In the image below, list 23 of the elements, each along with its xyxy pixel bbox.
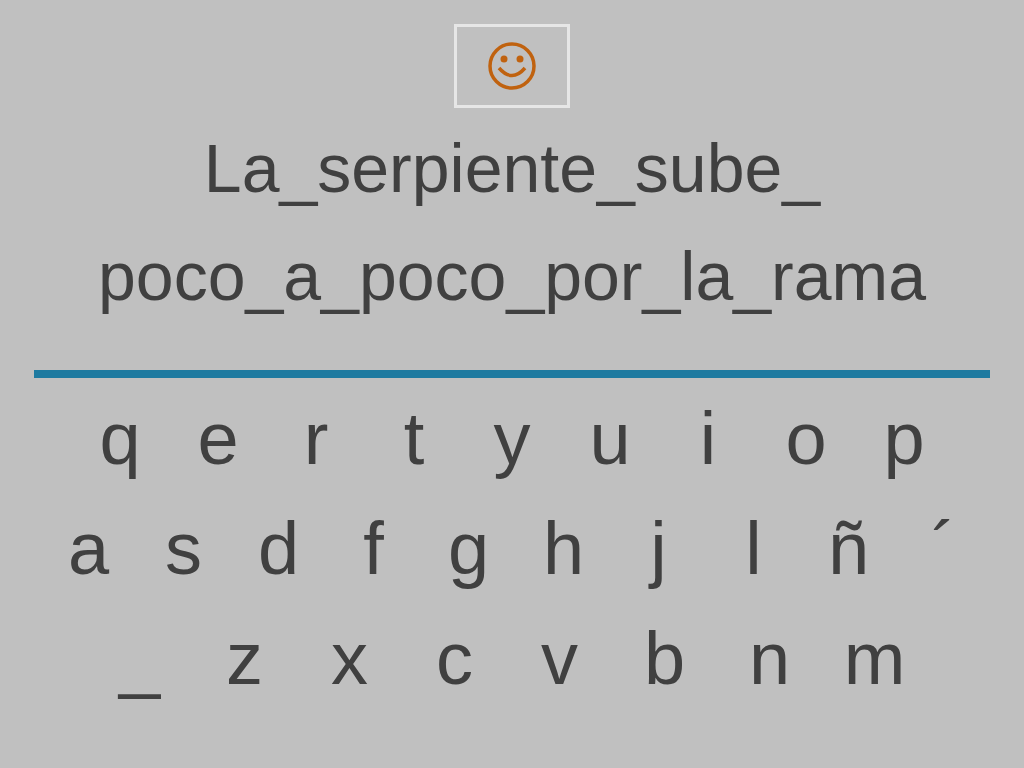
- letter-key[interactable]: x: [297, 622, 402, 696]
- letter-key[interactable]: o: [757, 402, 855, 476]
- letter-key[interactable]: b: [612, 622, 717, 696]
- letter-key[interactable]: c: [402, 622, 507, 696]
- letter-key[interactable]: d: [231, 512, 326, 586]
- letter-key[interactable]: t: [365, 402, 463, 476]
- letter-key[interactable]: r: [267, 402, 365, 476]
- letter-key[interactable]: v: [507, 622, 612, 696]
- letter-key[interactable]: e: [169, 402, 267, 476]
- letter-key[interactable]: m: [822, 622, 927, 696]
- smiley-box[interactable]: [454, 24, 570, 108]
- letter-key[interactable]: h: [516, 512, 611, 586]
- letter-key[interactable]: u: [561, 402, 659, 476]
- letter-key[interactable]: ´: [896, 512, 991, 586]
- letter-key[interactable]: i: [659, 402, 757, 476]
- letter-key[interactable]: a: [41, 512, 136, 586]
- letter-key[interactable]: l: [706, 512, 801, 586]
- letter-key[interactable]: f: [326, 512, 421, 586]
- letter-key[interactable]: n: [717, 622, 822, 696]
- letter-key[interactable]: s: [136, 512, 231, 586]
- letter-key[interactable]: ñ: [801, 512, 896, 586]
- letter-key[interactable]: z: [192, 622, 297, 696]
- smiley-icon: [487, 41, 537, 91]
